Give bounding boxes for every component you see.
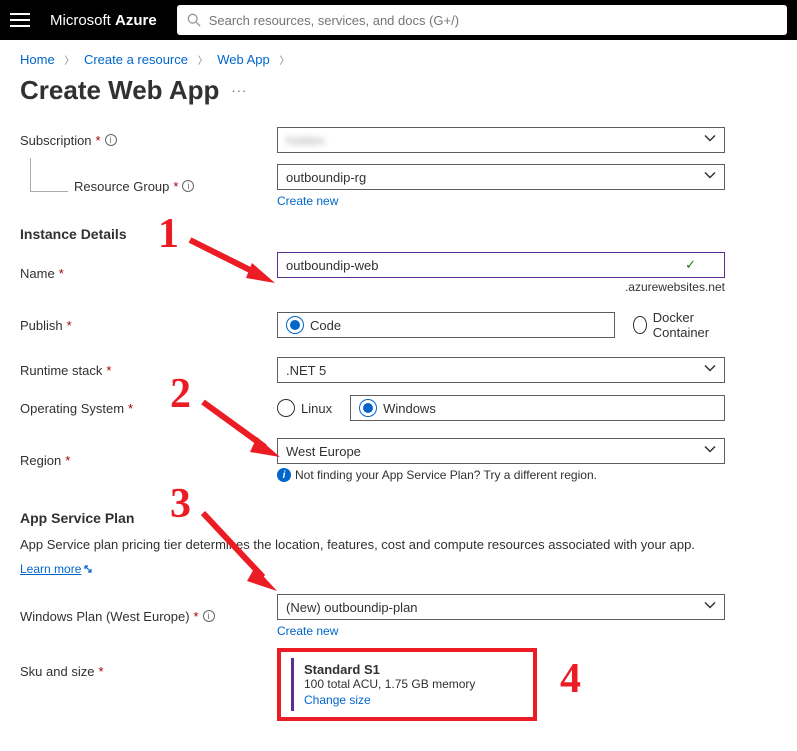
page-title-row: Create Web App ···: [0, 71, 797, 126]
name-input[interactable]: outboundip-web ✓: [277, 252, 725, 278]
region-hint: iNot finding your App Service Plan? Try …: [277, 468, 725, 482]
required-icon: *: [173, 179, 178, 194]
resource-group-select[interactable]: outboundip-rg: [277, 164, 725, 190]
info-bubble-icon: i: [277, 468, 291, 482]
radio-dot-icon: [359, 399, 377, 417]
row-resource-group: Resource Group * i outboundip-rg Create …: [52, 164, 777, 208]
subscription-select[interactable]: hidden: [277, 127, 725, 153]
required-icon: *: [128, 401, 133, 416]
runtime-select[interactable]: .NET 5: [277, 357, 725, 383]
label-resource-group: Resource Group: [74, 179, 169, 194]
info-icon[interactable]: i: [203, 610, 215, 622]
indent-bracket: [30, 158, 68, 192]
chevron-down-icon: [704, 170, 716, 185]
row-sku: Sku and size * Standard S1 100 total ACU…: [20, 648, 777, 721]
radio-dot-icon: [286, 316, 304, 334]
chevron-right-icon: 〉: [64, 56, 74, 67]
search-icon: [187, 13, 201, 27]
external-link-icon: [83, 564, 93, 574]
form: Subscription * i hidden Resource Group *…: [0, 126, 797, 751]
breadcrumb-create-resource[interactable]: Create a resource: [84, 52, 188, 67]
check-icon: ✓: [685, 257, 696, 273]
learn-more-link[interactable]: Learn more: [20, 562, 93, 576]
search-box[interactable]: [177, 5, 787, 35]
required-icon: *: [67, 318, 72, 333]
row-publish: Publish * Code Docker Container: [20, 310, 777, 340]
radio-linux[interactable]: Linux: [277, 399, 332, 417]
radio-dot-icon: [277, 399, 295, 417]
required-icon: *: [194, 609, 199, 624]
radio-code[interactable]: Code: [277, 312, 615, 338]
radio-windows[interactable]: Windows: [350, 395, 725, 421]
more-actions-icon[interactable]: ···: [231, 83, 247, 98]
create-new-plan-link[interactable]: Create new: [277, 624, 338, 638]
section-instance-details: Instance Details: [20, 226, 777, 242]
breadcrumb: Home 〉 Create a resource 〉 Web App 〉: [0, 40, 797, 71]
label-publish: Publish: [20, 318, 63, 333]
label-name: Name: [20, 266, 55, 281]
info-icon[interactable]: i: [105, 134, 117, 146]
row-os: Operating System * Linux Windows: [20, 394, 777, 422]
row-subscription: Subscription * i hidden: [20, 126, 777, 154]
change-size-link[interactable]: Change size: [304, 693, 513, 707]
sku-title: Standard S1: [304, 662, 513, 677]
required-icon: *: [65, 453, 70, 468]
region-select[interactable]: West Europe: [277, 438, 725, 464]
search-input[interactable]: [209, 13, 777, 28]
windows-plan-select[interactable]: (New) outboundip-plan: [277, 594, 725, 620]
info-icon[interactable]: i: [182, 180, 194, 192]
create-new-link[interactable]: Create new: [277, 194, 338, 208]
breadcrumb-home[interactable]: Home: [20, 52, 55, 67]
hamburger-icon[interactable]: [10, 10, 30, 30]
required-icon: *: [96, 133, 101, 148]
asp-description: App Service plan pricing tier determines…: [20, 536, 777, 554]
row-runtime: Runtime stack * .NET 5: [20, 356, 777, 384]
label-sku: Sku and size: [20, 664, 94, 679]
sku-highlight-box: Standard S1 100 total ACU, 1.75 GB memor…: [277, 648, 537, 721]
chevron-down-icon: [704, 363, 716, 378]
chevron-down-icon: [704, 444, 716, 459]
label-runtime: Runtime stack: [20, 363, 102, 378]
row-name: Name * outboundip-web ✓ .azurewebsites.n…: [20, 252, 777, 294]
row-region: Region * West Europe iNot finding your A…: [20, 438, 777, 482]
brand: Microsoft Azure: [50, 12, 157, 29]
label-windows-plan: Windows Plan (West Europe): [20, 609, 190, 624]
chevron-right-icon: 〉: [279, 56, 289, 67]
breadcrumb-web-app[interactable]: Web App: [217, 52, 270, 67]
page-title: Create Web App: [20, 75, 219, 106]
chevron-down-icon: [704, 133, 716, 148]
required-icon: *: [98, 664, 103, 679]
required-icon: *: [59, 266, 64, 281]
section-app-service-plan: App Service Plan: [20, 510, 777, 526]
row-windows-plan: Windows Plan (West Europe) * i (New) out…: [20, 594, 777, 638]
required-icon: *: [106, 363, 111, 378]
chevron-right-icon: 〉: [198, 56, 208, 67]
radio-docker[interactable]: Docker Container: [633, 310, 725, 340]
sku-detail: 100 total ACU, 1.75 GB memory: [304, 677, 513, 691]
name-suffix: .azurewebsites.net: [277, 280, 725, 294]
top-bar: Microsoft Azure: [0, 0, 797, 40]
label-os: Operating System: [20, 401, 124, 416]
chevron-down-icon: [704, 600, 716, 615]
radio-dot-icon: [633, 316, 646, 334]
label-subscription: Subscription: [20, 133, 92, 148]
label-region: Region: [20, 453, 61, 468]
sku-card: Standard S1 100 total ACU, 1.75 GB memor…: [291, 658, 523, 711]
